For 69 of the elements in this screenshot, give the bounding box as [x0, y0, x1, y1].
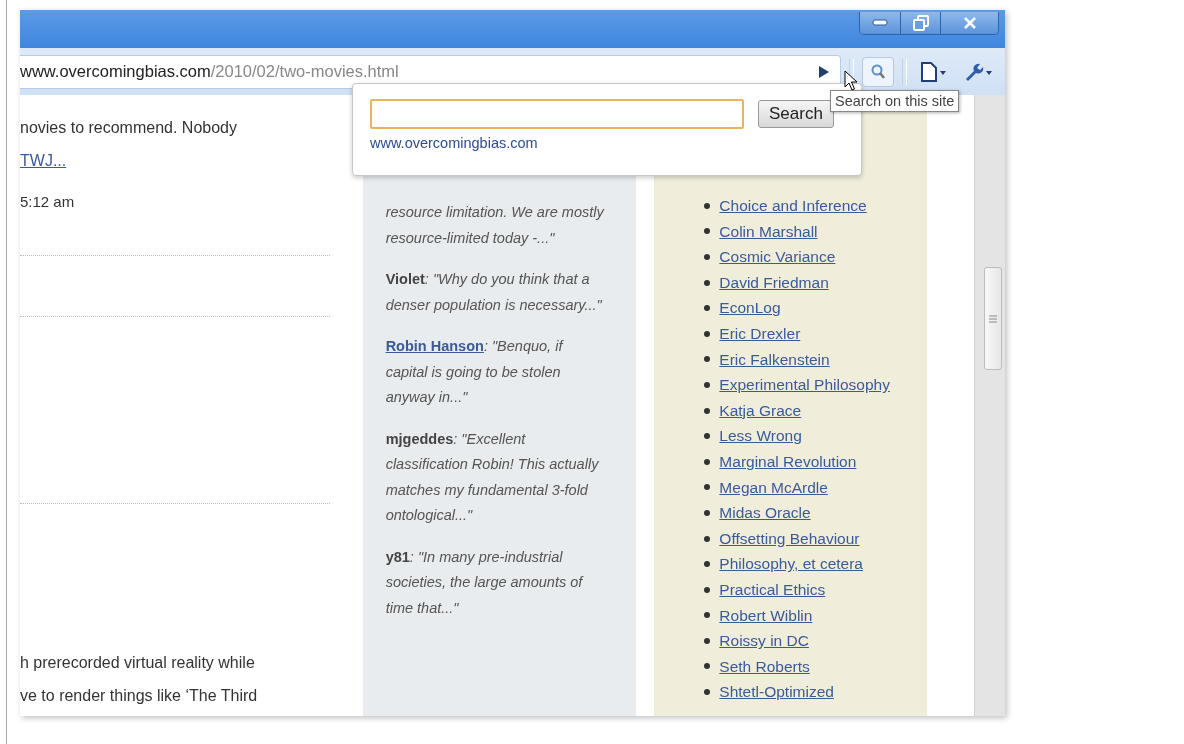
blogroll-link[interactable]: Midas Oracle [719, 500, 811, 526]
comment-text: mjgeddes: "Excellent classification Robin! This actually matches my fundamental 3-fold ontological..." [385, 429, 600, 525]
bullet-icon [704, 561, 711, 568]
search-field[interactable] [370, 99, 744, 129]
site-link[interactable]: www.overcomingbias.com [370, 135, 538, 151]
bullet-icon [704, 279, 711, 286]
blogroll-link[interactable]: Practical Ethics [719, 576, 826, 603]
bullet-icon [704, 330, 711, 337]
comment-text: Violet: "Why do you think that a denser population is necessary..." [385, 270, 603, 315]
bullet-icon [704, 254, 711, 260]
minimize-icon [872, 19, 888, 27]
search-button[interactable] [862, 56, 894, 87]
scroll-thumb[interactable] [984, 267, 1003, 370]
bullet-icon [704, 612, 711, 619]
blogroll-link[interactable]: Cosmic Variance [719, 244, 836, 270]
grip-icon [989, 314, 998, 323]
blogroll-link[interactable]: EconLog [719, 295, 781, 321]
comment-text: y81: "In many pre-industrial societies, the large amounts of time that..." [385, 547, 585, 618]
search-icon [870, 63, 886, 80]
minimize-button[interactable] [860, 12, 900, 34]
scrollbar[interactable] [974, 95, 1005, 716]
play-arrow-icon [818, 64, 830, 79]
post-text: h prerecorded virtual reality while [20, 653, 256, 673]
bullet-icon [704, 228, 711, 235]
blogroll-link[interactable]: Marginal Revolution [719, 448, 857, 475]
search-button[interactable]: Search [758, 100, 834, 128]
blogroll-link[interactable]: Roissy in DC [719, 628, 809, 654]
bullet-icon [704, 689, 711, 696]
blogroll-link[interactable]: David Friedman [719, 269, 829, 296]
blogroll-link[interactable]: Philosophy, et cetera [719, 551, 863, 577]
blogroll-link[interactable]: Megan McArdle [719, 474, 828, 501]
blogroll-link[interactable]: Less Wrong [719, 423, 802, 449]
bullet-icon [704, 586, 711, 593]
post-text: ve to render things like ‘The Third [20, 686, 259, 706]
post-link[interactable]: TWJ... [20, 152, 67, 169]
bullet-icon [704, 202, 711, 209]
close-button[interactable] [940, 12, 998, 34]
post-timestamp: 5:12 am [20, 192, 76, 212]
blogroll-link[interactable]: Seth Roberts [719, 653, 810, 680]
blogroll-link[interactable]: Shtetl-Optimized [719, 679, 834, 705]
bullet-icon [704, 305, 711, 312]
post-text: novies to recommend. Nobody [20, 118, 238, 138]
bullet-icon [704, 433, 711, 440]
restore-icon [912, 15, 929, 31]
blogroll-link[interactable]: Katja Grace [719, 397, 802, 424]
comment-text: Robin Hanson: "Benquo, if capital is going to be stolen anyway in..." [385, 337, 565, 407]
close-icon [962, 17, 977, 29]
bullet-icon [704, 458, 711, 465]
bullet-icon [704, 637, 711, 644]
blogroll-link[interactable]: Robert Wiblin [719, 602, 813, 629]
page-icon [919, 60, 947, 83]
bullet-icon [704, 407, 711, 414]
tooltip: Search on this site [830, 90, 960, 112]
blogroll-link[interactable]: Choice and Inference [719, 193, 867, 219]
bullet-icon [704, 484, 711, 491]
bullet-icon [704, 509, 711, 516]
blogroll-link[interactable]: Experimental Philosophy [719, 372, 890, 398]
bullet-icon [704, 663, 711, 670]
address-bar[interactable]: www.overcomingbias.com/2010/02/two-movies.html [20, 54, 841, 89]
url-text: www.overcomingbias.com/2010/02/two-movies.html [20, 62, 400, 81]
blogroll-link[interactable]: Colin Marshall [719, 218, 818, 245]
comment-text: resource limitation. We are mostly resource-limited today -..." [385, 203, 606, 248]
bullet-icon [704, 381, 711, 388]
blogroll-link[interactable]: Offsetting Behaviour [719, 525, 860, 552]
restore-button[interactable] [900, 12, 940, 34]
blogroll-link[interactable]: Eric Falkenstein [719, 346, 830, 373]
bullet-icon [704, 535, 711, 542]
blogroll-link[interactable]: Eric Drexler [719, 320, 801, 347]
bullet-icon [704, 356, 711, 363]
